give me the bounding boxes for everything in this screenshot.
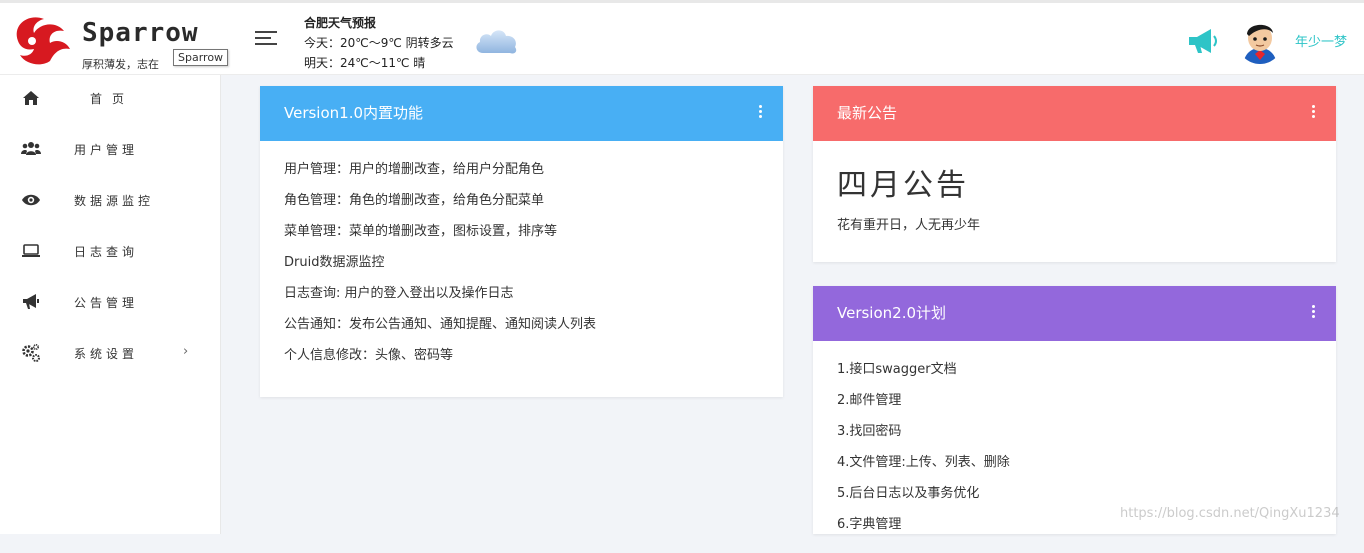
feature-line: 个人信息修改：头像、密码等	[284, 348, 454, 363]
sparrow-logo-icon	[16, 17, 70, 65]
plan-line: 1.接口swagger文档	[837, 362, 957, 377]
feature-line: 角色管理：角色的增删改查，给角色分配菜单	[284, 193, 545, 208]
card-header: Version2.0计划	[813, 286, 1336, 341]
cloud-icon	[476, 30, 517, 54]
sidebar-item-label: 用户管理	[74, 143, 139, 157]
feature-line: 公告通知：发布公告通知、通知提醒、通知阅读人列表	[284, 317, 597, 332]
plan-line: 2.邮件管理	[837, 393, 902, 408]
users-icon	[21, 142, 41, 155]
feature-line: 用户管理：用户的增删改查，给用户分配角色	[284, 162, 545, 177]
plan-line: 5.后台日志以及事务优化	[837, 486, 980, 501]
more-vertical-icon[interactable]	[759, 105, 763, 121]
feature-line: 日志查询: 用户的登入登出以及操作日志	[284, 286, 514, 301]
sidebar-item-label: 首页	[90, 92, 135, 106]
superman-avatar-icon	[1237, 18, 1283, 64]
card-version1: Version1.0内置功能 用户管理：用户的增删改查，给用户分配角色 角色管理…	[260, 86, 783, 397]
card-header: Version1.0内置功能	[260, 86, 783, 141]
more-vertical-icon[interactable]	[1312, 105, 1316, 121]
card-latest-notice: 最新公告 四月公告 花有重开日，人无再少年	[813, 86, 1336, 262]
watermark: https://blog.csdn.net/QingXu1234	[1120, 506, 1340, 521]
card-title: 最新公告	[837, 104, 898, 122]
sidebar: 首页 用户管理 数据源监控 日志查询 公告管理 系统设置 ›	[0, 75, 221, 534]
plan-line: 3.找回密码	[837, 424, 902, 439]
eye-icon	[22, 194, 40, 206]
card-body: 用户管理：用户的增删改查，给用户分配角色 角色管理：角色的增删改查，给角色分配菜…	[260, 141, 783, 384]
sidebar-item-label: 公告管理	[74, 296, 139, 310]
logo-name: Sparrow	[82, 18, 199, 48]
card-title: Version1.0内置功能	[284, 104, 424, 122]
card-version2-plan: Version2.0计划 1.接口swagger文档 2.邮件管理 3.找回密码…	[813, 286, 1336, 534]
sidebar-item-datasource[interactable]: 数据源监控	[0, 177, 220, 228]
logo-slogan: 厚积薄发，志在	[82, 58, 159, 71]
sidebar-item-notices[interactable]: 公告管理	[0, 279, 220, 330]
card-title: Version2.0计划	[837, 304, 947, 322]
sidebar-item-users[interactable]: 用户管理	[0, 126, 220, 177]
sidebar-item-label: 日志查询	[74, 245, 139, 259]
home-icon	[23, 91, 39, 105]
gears-icon	[22, 343, 40, 362]
laptop-icon	[22, 244, 40, 257]
more-vertical-icon[interactable]	[1312, 305, 1316, 321]
sidebar-item-logs[interactable]: 日志查询	[0, 228, 220, 279]
sidebar-item-label: 数据源监控	[74, 194, 155, 208]
username[interactable]: 年少一梦	[1295, 31, 1347, 50]
avatar[interactable]	[1237, 18, 1283, 64]
card-body: 四月公告 花有重开日，人无再少年	[813, 141, 1336, 246]
weather-today: 今天：20℃～9℃ 阴转多云	[304, 36, 454, 50]
bullhorn-icon	[23, 294, 39, 309]
notice-headline: 四月公告	[837, 168, 969, 203]
notice-text: 花有重开日，人无再少年	[837, 218, 981, 233]
weather-tomorrow: 明天：24℃～11℃ 晴	[304, 56, 426, 70]
plan-line: 4.文件管理:上传、列表、删除	[837, 455, 1010, 470]
feature-line: 菜单管理：菜单的增删改查，图标设置，排序等	[284, 224, 558, 239]
weather-title: 合肥天气预报	[304, 16, 377, 30]
logo-tooltip: Sparrow	[173, 49, 229, 66]
sidebar-item-home[interactable]: 首页	[0, 75, 220, 126]
feature-line: Druid数据源监控	[284, 255, 385, 270]
card-body: 1.接口swagger文档 2.邮件管理 3.找回密码 4.文件管理:上传、列表…	[813, 341, 1336, 553]
sidebar-item-settings[interactable]: 系统设置 ›	[0, 330, 220, 381]
weather-widget: 合肥天气预报 今天：20℃～9℃ 阴转多云 明天：24℃～11℃ 晴	[304, 13, 454, 73]
sidebar-item-label: 系统设置	[74, 347, 139, 361]
announcement-icon[interactable]	[1187, 27, 1219, 55]
menu-toggle-icon[interactable]	[255, 31, 277, 47]
card-header: 最新公告	[813, 86, 1336, 141]
chevron-right-icon: ›	[183, 344, 189, 359]
top-header: Sparrow 厚积薄发，志在 Sparrow 合肥天气预报 今天：20℃～9℃…	[0, 0, 1364, 75]
